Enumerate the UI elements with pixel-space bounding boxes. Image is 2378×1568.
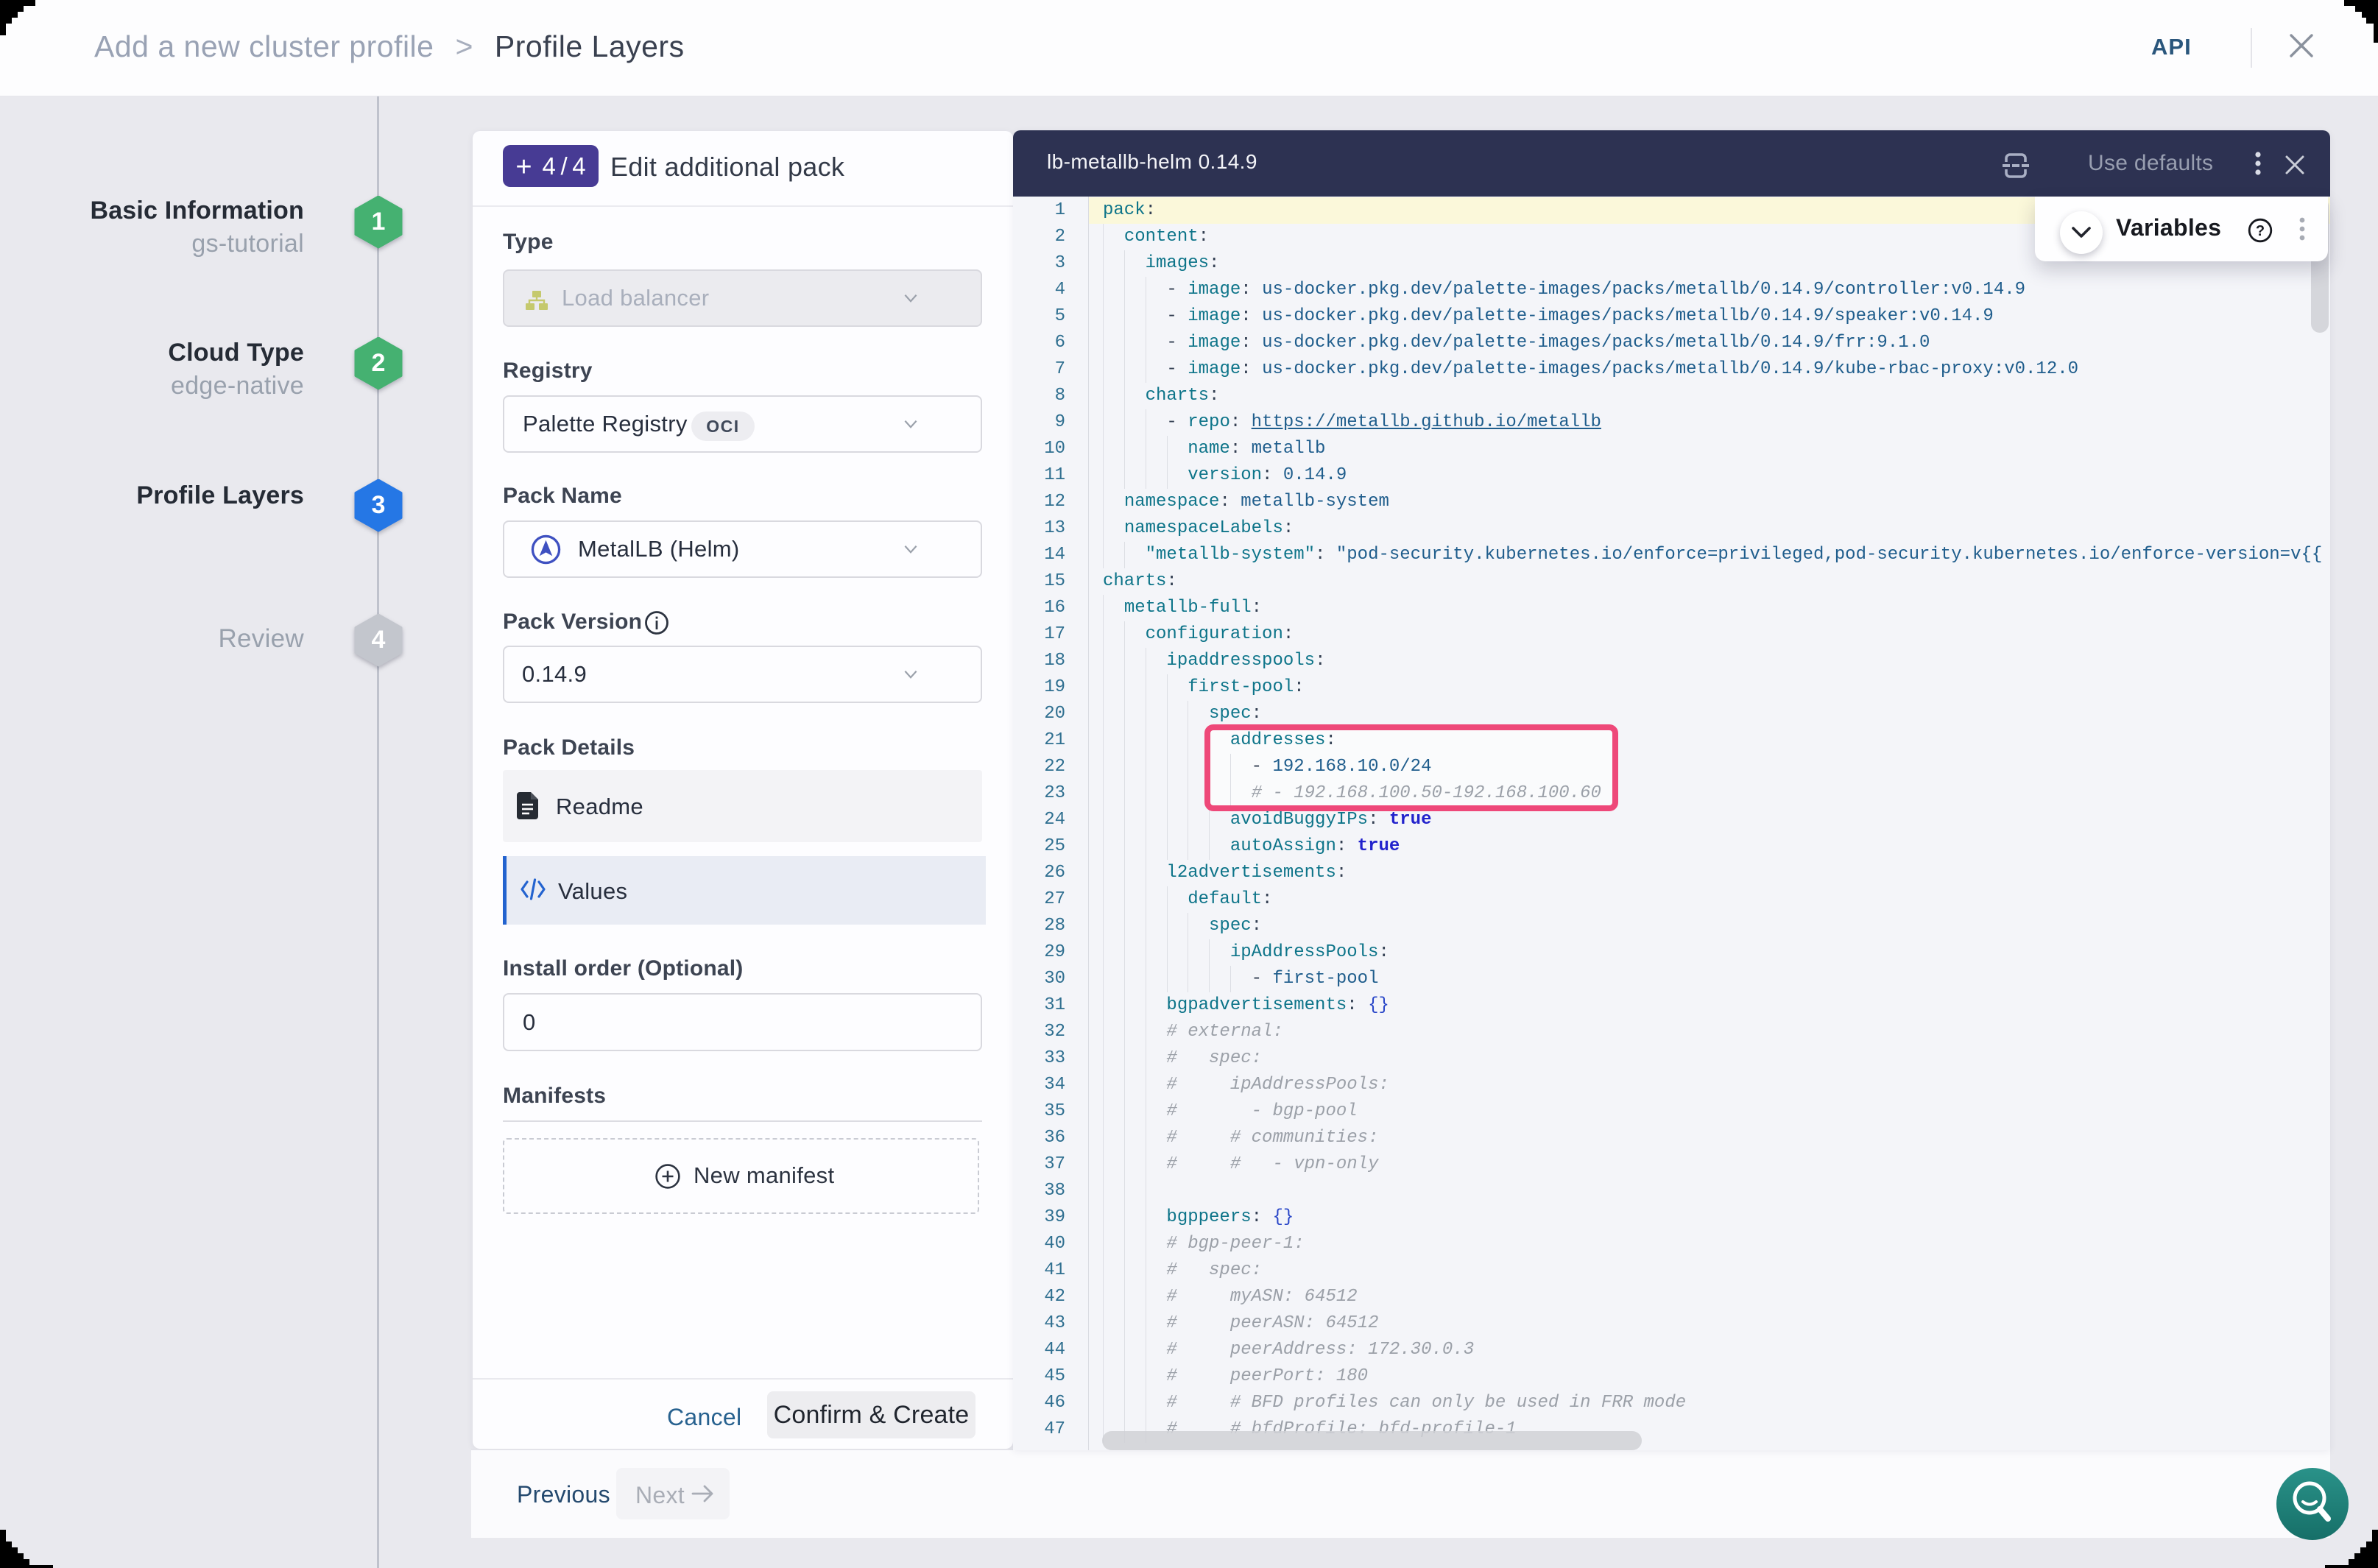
svg-text:?: ? [2256, 223, 2265, 239]
